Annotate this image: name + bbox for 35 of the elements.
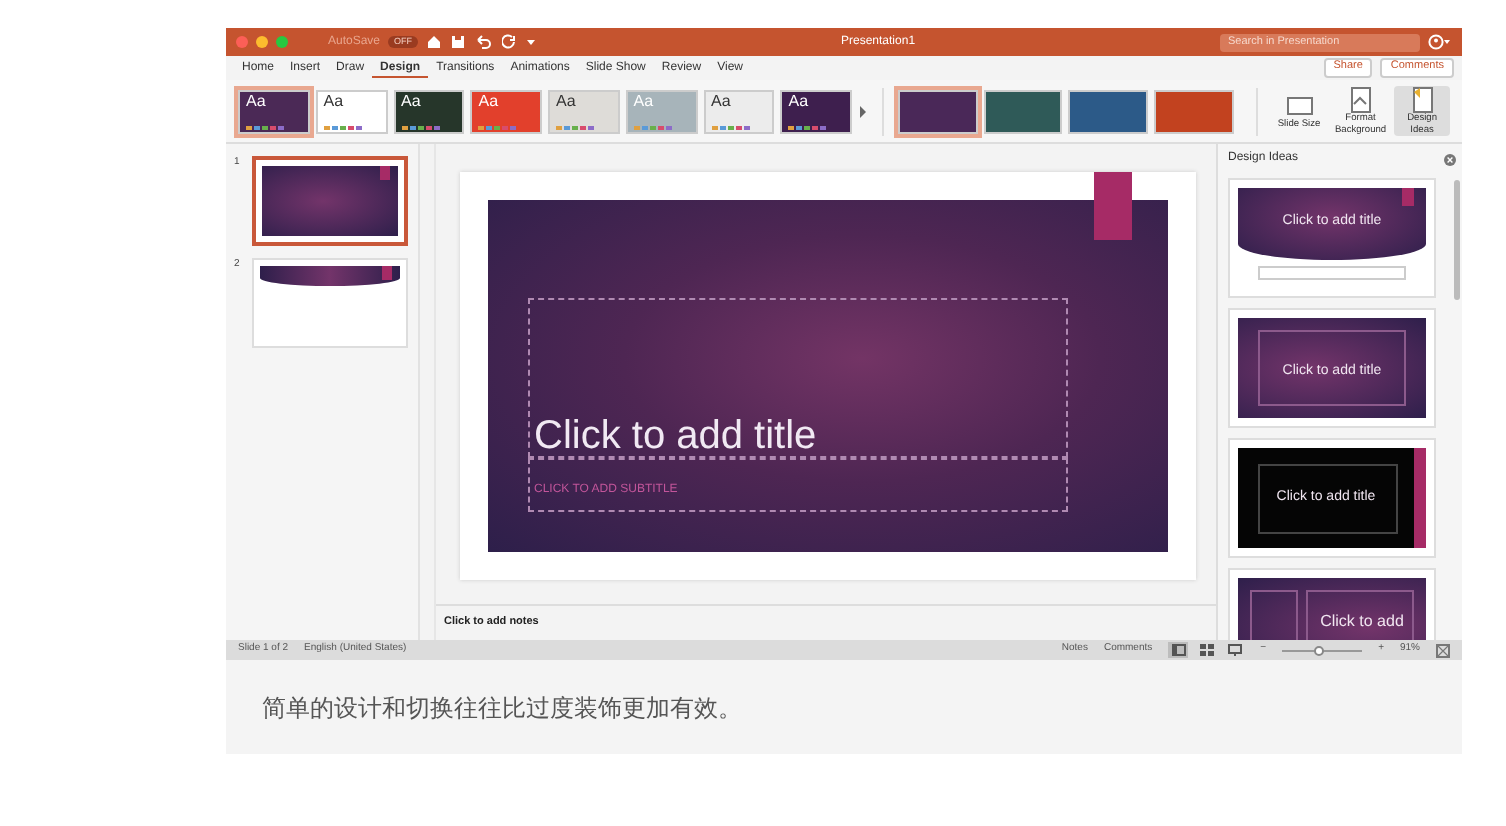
design-idea-card[interactable]: Click to add	[1228, 568, 1436, 640]
caret-icon[interactable]	[526, 34, 537, 50]
user-icon[interactable]	[1428, 34, 1452, 50]
variant-thumbnail[interactable]	[1068, 89, 1148, 133]
title-placeholder[interactable]: Click to add title	[528, 298, 1068, 458]
page-icon	[1408, 86, 1437, 115]
theme-thumbnail[interactable]: Aa	[470, 89, 542, 133]
save-icon[interactable]	[450, 34, 467, 50]
fit-window-icon[interactable]	[1436, 643, 1450, 657]
more-arrow-icon[interactable]	[858, 103, 868, 119]
scrollbar[interactable]	[1454, 180, 1460, 300]
variant-thumbnail[interactable]	[1154, 89, 1234, 133]
reading-view-button[interactable]	[1224, 642, 1245, 658]
slide-title: Click to add title	[534, 416, 817, 456]
theme-thumbnail[interactable]: Aa	[780, 89, 852, 133]
home-icon[interactable]	[426, 34, 443, 50]
redo-icon[interactable]	[502, 34, 519, 50]
theme-thumbnail[interactable]: Aa	[393, 89, 465, 133]
theme-thumbnail[interactable]: Aa	[315, 89, 387, 133]
sorter-view-button[interactable]	[1196, 642, 1217, 658]
theme-thumbnail[interactable]: Aa	[703, 89, 775, 133]
page-icon	[1346, 86, 1375, 115]
close-icon[interactable]	[1444, 153, 1456, 165]
theme-thumbnail[interactable]: Aa	[548, 89, 620, 133]
theme-thumbnail[interactable]: Aa	[238, 89, 310, 133]
normal-view-button[interactable]	[1168, 642, 1189, 658]
variant-thumbnail[interactable]	[983, 89, 1063, 133]
undo-icon[interactable]	[474, 34, 495, 50]
slider-thumb[interactable]	[1314, 645, 1325, 655]
slide-thumbnail[interactable]	[252, 156, 408, 246]
caption-text: 简单的设计和切换往往比过度装饰更加有效。	[262, 691, 742, 725]
slide-icon	[1285, 91, 1314, 120]
accent-tab	[1402, 188, 1414, 206]
idea-title: Click to add	[1318, 610, 1406, 634]
variant-thumbnail[interactable]	[897, 89, 978, 133]
